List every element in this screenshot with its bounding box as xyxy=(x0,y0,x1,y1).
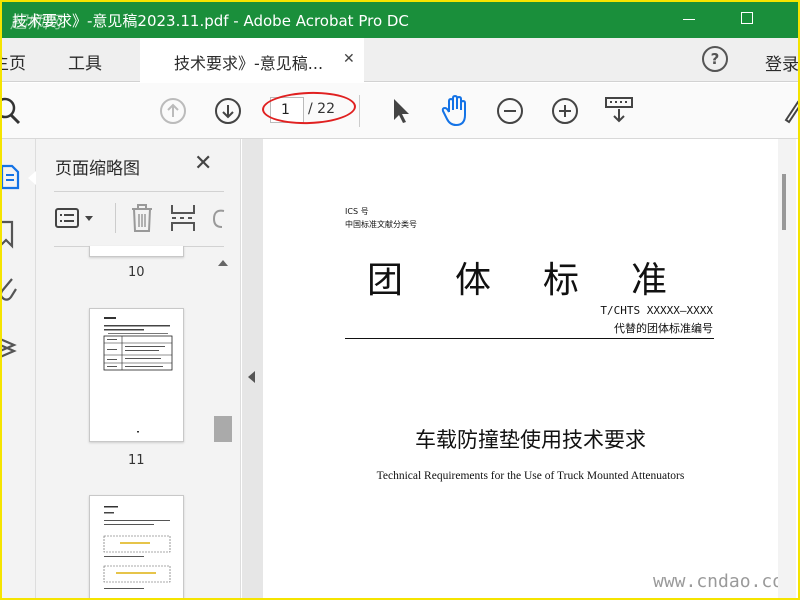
next-page-icon[interactable] xyxy=(214,97,242,125)
app-window: 技术要求》-意见稿2023.11.pdf - Adobe Acrobat Pro… xyxy=(0,0,800,600)
document-scrollbar[interactable] xyxy=(778,139,796,598)
panel-collapse-handle[interactable] xyxy=(242,139,263,598)
delete-icon[interactable] xyxy=(130,203,154,233)
active-indicator xyxy=(28,171,36,185)
navigation-rail xyxy=(0,139,36,598)
panel-toolbar-divider xyxy=(115,203,116,233)
hand-tool-icon[interactable] xyxy=(440,94,472,128)
document-scrollbar-thumb[interactable] xyxy=(782,174,786,230)
zoom-out-icon[interactable] xyxy=(496,97,524,125)
help-icon[interactable]: ? xyxy=(702,46,728,72)
site-watermark: www.cndao.com xyxy=(653,571,794,592)
thumbnail-page-11[interactable] xyxy=(89,308,184,442)
replaced-standard: 代替的团体标准编号 xyxy=(614,322,713,335)
title-bar: 技术要求》-意见稿2023.11.pdf - Adobe Acrobat Pro… xyxy=(2,2,798,38)
document-tab[interactable]: 技术要求》-意见稿... ✕ xyxy=(140,38,364,82)
document-english-title: Technical Requirements for the Use of Tr… xyxy=(376,470,685,482)
scrollbar-thumb[interactable] xyxy=(214,416,232,442)
document-tab-label: 技术要求》-意见稿... xyxy=(174,54,324,73)
site-logo-watermark: 起师网 xyxy=(10,13,61,33)
thumbnail-label: 11 xyxy=(128,453,145,468)
login-button[interactable]: 登录 xyxy=(765,50,798,75)
standard-number: T/CHTS XXXXX—XXXX xyxy=(600,304,713,317)
minimize-button[interactable] xyxy=(683,19,695,20)
ics-number: ICS 号 xyxy=(345,207,369,216)
document-view[interactable]: ICS 号 中国标准文献分类号 团体标准 T/CHTS XXXXX—XXXX 代… xyxy=(263,139,798,598)
thumbnail-label: 10 xyxy=(128,265,145,280)
edit-pen-icon[interactable] xyxy=(782,98,800,124)
window-title: 技术要求》-意见稿2023.11.pdf - Adobe Acrobat Pro… xyxy=(12,12,409,30)
scroll-up-arrow[interactable] xyxy=(218,260,228,266)
classification-number: 中国标准文献分类号 xyxy=(345,220,417,229)
fit-page-icon[interactable] xyxy=(604,95,634,125)
thumbnail-page-12[interactable] xyxy=(89,495,184,598)
page-thumbnails-icon[interactable] xyxy=(0,163,22,191)
toolbar-divider xyxy=(359,95,360,127)
document-chinese-title: 车载防撞垫使用技术要求 xyxy=(415,428,646,452)
thumbnail-panel: 页面缩略图 ✕ 10 11 xyxy=(36,139,241,598)
bookmark-icon[interactable] xyxy=(0,219,18,249)
thumbnail-options-icon[interactable] xyxy=(55,207,99,231)
panel-divider xyxy=(54,191,224,192)
previous-page-icon[interactable] xyxy=(159,97,187,125)
layers-icon[interactable] xyxy=(0,333,20,361)
toolbar: 1 / 22 xyxy=(2,83,798,139)
rotate-icon[interactable] xyxy=(208,205,228,233)
insert-page-icon[interactable] xyxy=(170,203,196,233)
document-category-title: 团体标准 xyxy=(367,260,720,301)
close-panel-icon[interactable]: ✕ xyxy=(194,151,212,176)
maximize-button[interactable] xyxy=(741,12,753,24)
collapse-arrow-icon xyxy=(248,371,255,383)
tab-home[interactable]: 主页 xyxy=(2,49,26,74)
select-cursor-icon[interactable] xyxy=(390,96,412,126)
tab-bar: 主页 工具 技术要求》-意见稿... ✕ ? 登录 xyxy=(2,38,798,82)
attachment-icon[interactable] xyxy=(0,275,20,303)
search-icon[interactable] xyxy=(0,97,26,127)
thumbnail-page-content xyxy=(103,317,173,433)
thumbnail-page-content xyxy=(103,506,171,589)
panel-title: 页面缩略图 xyxy=(55,159,140,179)
header-rule xyxy=(345,338,714,339)
close-tab-icon[interactable]: ✕ xyxy=(343,51,355,67)
zoom-in-icon[interactable] xyxy=(551,97,579,125)
tab-tools[interactable]: 工具 xyxy=(68,49,102,74)
thumbnail-page-10[interactable] xyxy=(89,246,184,257)
